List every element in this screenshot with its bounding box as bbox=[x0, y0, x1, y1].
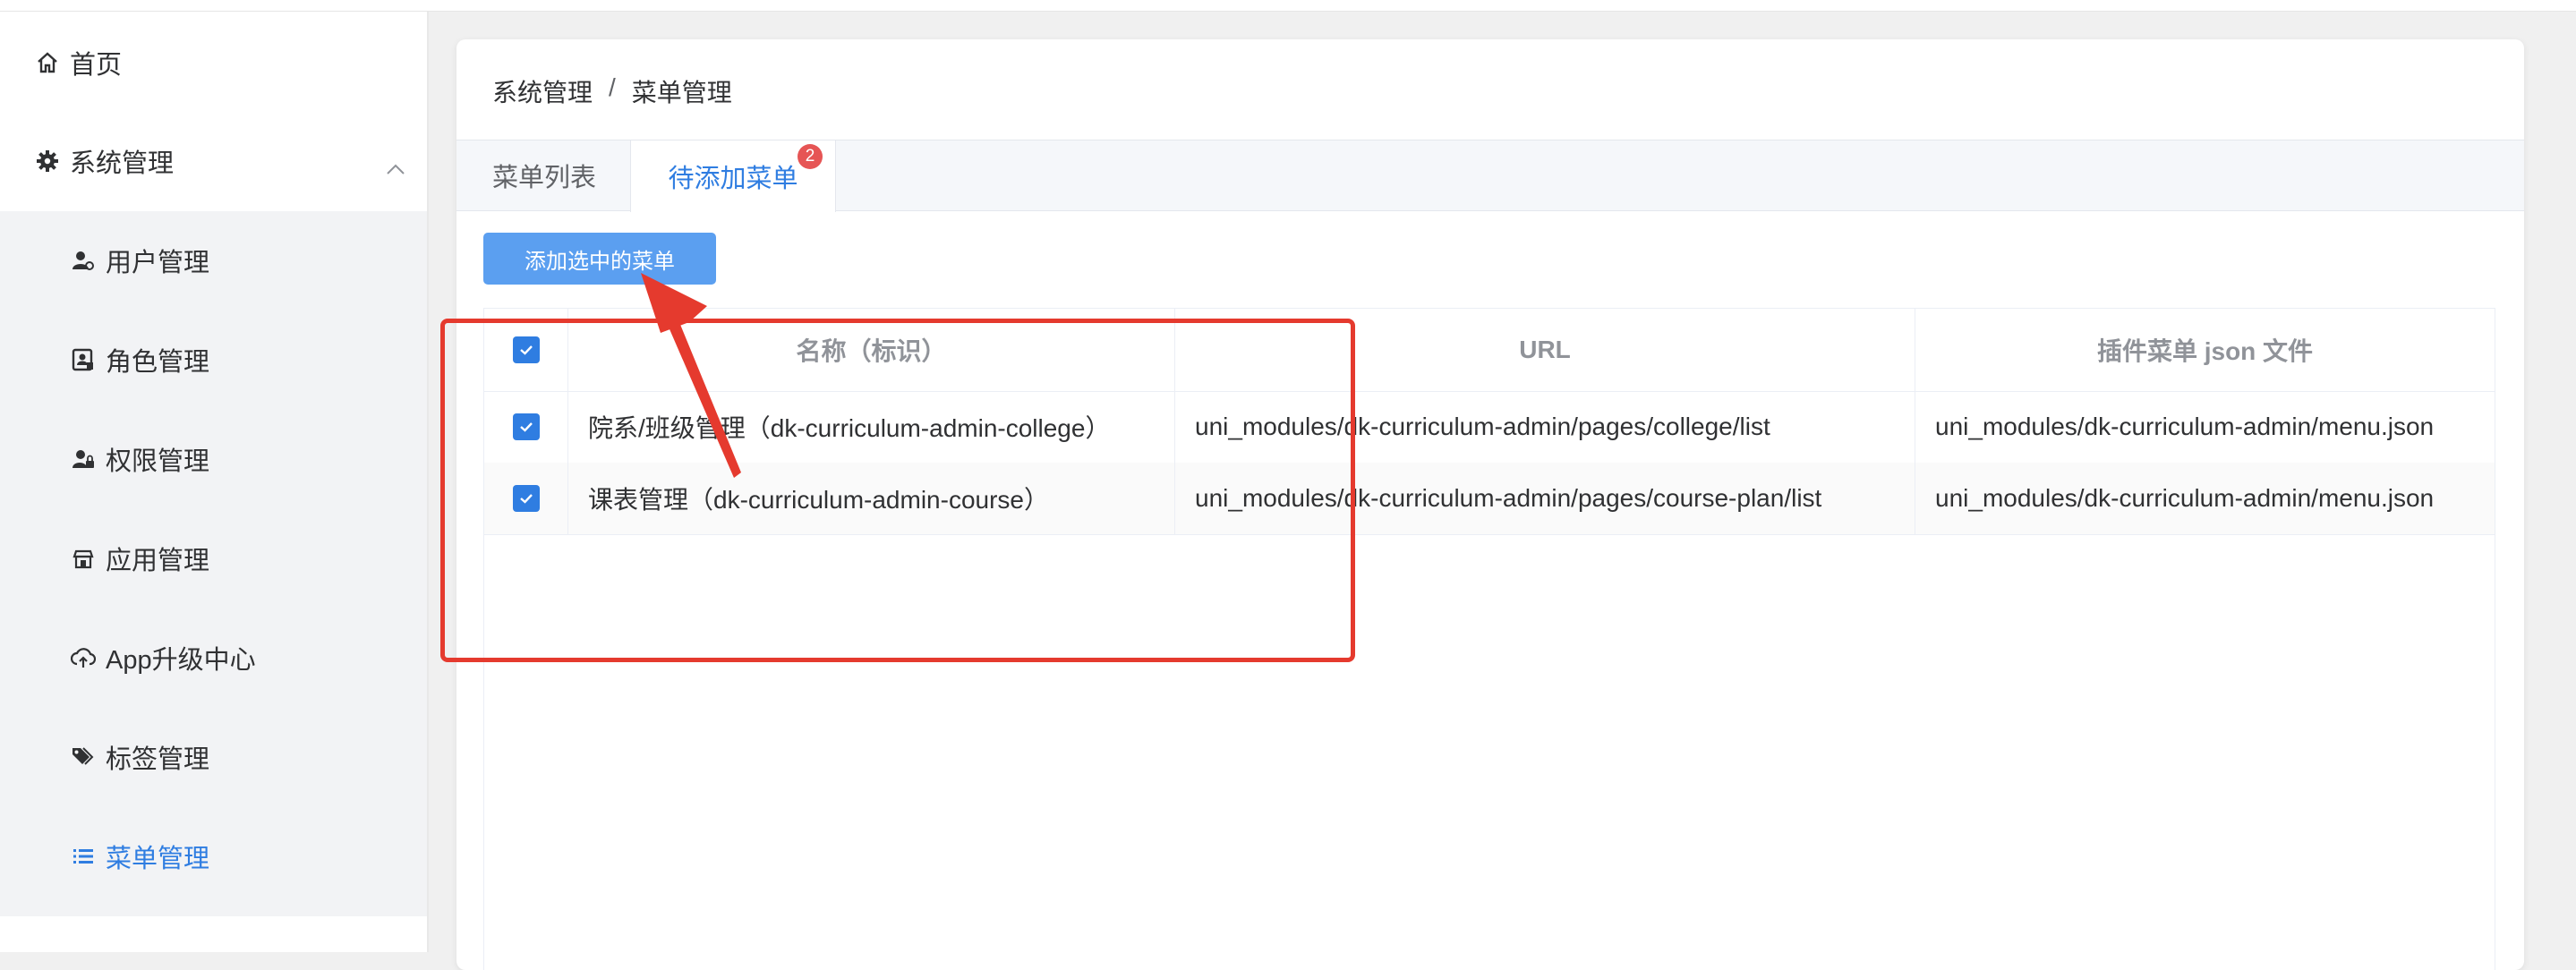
sidebar-item-home[interactable]: 首页 bbox=[0, 13, 427, 112]
tab-menu-list[interactable]: 菜单列表 bbox=[492, 140, 596, 210]
sidebar-item-label: 标签管理 bbox=[106, 745, 210, 774]
breadcrumb-root[interactable]: 系统管理 bbox=[492, 73, 593, 109]
sidebar-item-label: 菜单管理 bbox=[106, 845, 210, 873]
tab-pending-menus[interactable]: 待添加菜单 2 bbox=[630, 140, 836, 212]
sidebar-item-app-upgrade[interactable]: App升级中心 bbox=[0, 608, 427, 707]
tag-icon bbox=[70, 744, 97, 770]
breadcrumb: 系统管理 / 菜单管理 bbox=[492, 73, 732, 109]
tab-label: 待添加菜单 bbox=[668, 165, 798, 193]
tab-label: 菜单列表 bbox=[492, 164, 597, 192]
sidebar-item-label: 用户管理 bbox=[106, 249, 210, 277]
list-icon bbox=[70, 843, 97, 870]
sidebar-item-users[interactable]: 用户管理 bbox=[0, 211, 427, 310]
add-selected-menus-button[interactable]: 添加选中的菜单 bbox=[483, 233, 716, 285]
sidebar-item-label: 权限管理 bbox=[106, 447, 210, 476]
breadcrumb-current: 菜单管理 bbox=[631, 79, 732, 106]
tab-bar: 菜单列表 待添加菜单 2 bbox=[456, 140, 2524, 212]
role-icon bbox=[70, 346, 97, 373]
cell-json-file: uni_modules/dk-curriculum-admin/menu.jso… bbox=[1935, 484, 2435, 512]
sidebar: 首页 系统管理 用户管理 角色管理 权限管理 应用管理 App升级中心 标签管理… bbox=[0, 12, 429, 952]
sidebar-item-apps[interactable]: 应用管理 bbox=[0, 509, 427, 608]
cloud-upload-icon bbox=[70, 644, 97, 671]
annotation-highlight-box bbox=[440, 319, 1355, 662]
column-header-json-file: 插件菜单 json 文件 bbox=[2096, 337, 2314, 365]
sidebar-item-tags[interactable]: 标签管理 bbox=[0, 708, 427, 806]
breadcrumb-separator: / bbox=[609, 73, 616, 101]
sidebar-item-label: 应用管理 bbox=[106, 547, 210, 575]
sidebar-item-roles[interactable]: 角色管理 bbox=[0, 311, 427, 409]
sidebar-item-label: 系统管理 bbox=[70, 149, 175, 178]
gear-icon bbox=[34, 148, 61, 174]
sidebar-item-label: 角色管理 bbox=[106, 348, 210, 377]
sidebar-item-permissions[interactable]: 权限管理 bbox=[0, 410, 427, 508]
sidebar-item-system[interactable]: 系统管理 bbox=[0, 112, 427, 210]
home-icon bbox=[34, 49, 61, 76]
user-gear-icon bbox=[70, 247, 97, 274]
cell-json-file: uni_modules/dk-curriculum-admin/menu.jso… bbox=[1935, 413, 2435, 440]
sidebar-item-menus[interactable]: 菜单管理 bbox=[0, 807, 427, 906]
app-icon bbox=[70, 545, 97, 572]
chevron-up-icon bbox=[386, 153, 405, 183]
sidebar-item-label: 首页 bbox=[70, 51, 123, 80]
permission-icon bbox=[70, 446, 97, 472]
count-badge: 2 bbox=[798, 144, 823, 169]
sidebar-item-label: App升级中心 bbox=[106, 646, 256, 675]
top-bar bbox=[0, 0, 2576, 12]
